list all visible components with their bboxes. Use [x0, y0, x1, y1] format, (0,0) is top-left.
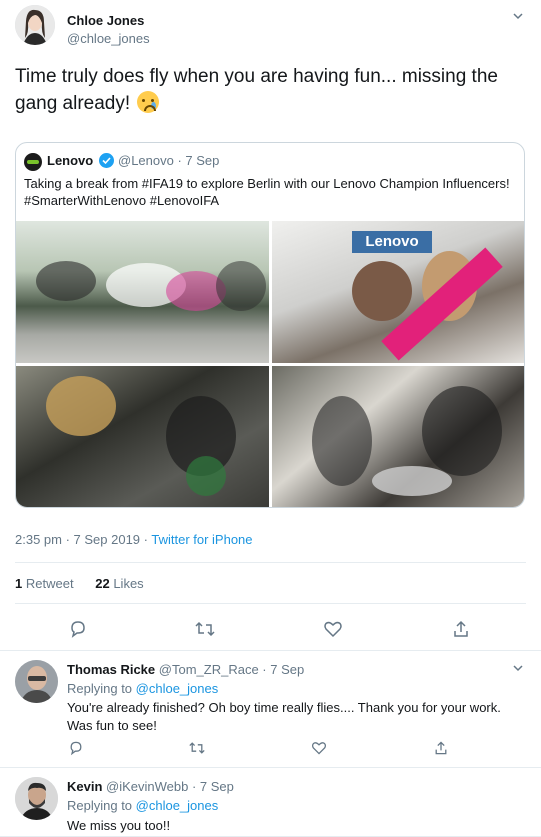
- crying-face-icon: [137, 91, 160, 113]
- reply-icon[interactable]: [67, 739, 85, 757]
- reply-avatar[interactable]: [15, 777, 58, 820]
- reply-author-name[interactable]: Thomas Ricke: [67, 662, 155, 677]
- lenovo-logo-icon[interactable]: [24, 153, 42, 171]
- replying-to: Replying to @chloe_jones: [67, 798, 218, 813]
- reply-author-name[interactable]: Kevin: [67, 779, 102, 794]
- tweet-text-body: Time truly does fly when you are having …: [15, 66, 498, 114]
- author-handle[interactable]: @chloe_jones: [67, 31, 150, 46]
- tweet-text: Time truly does fly when you are having …: [15, 63, 525, 117]
- quoted-author-name[interactable]: Lenovo: [47, 153, 93, 168]
- main-tweet: Chloe Jones @chloe_jones Time truly does…: [0, 0, 541, 651]
- chevron-down-icon[interactable]: [512, 10, 524, 25]
- like-icon[interactable]: [310, 739, 328, 757]
- photo-group-bikes[interactable]: [16, 221, 269, 363]
- share-icon[interactable]: [432, 739, 450, 757]
- tweet-timestamp[interactable]: 2:35 pm · 7 Sep 2019: [15, 532, 140, 547]
- replying-to-link[interactable]: @chloe_jones: [136, 798, 219, 813]
- reply-header: Thomas Ricke @Tom_ZR_Race · 7 Sep: [67, 662, 304, 677]
- replying-to-link[interactable]: @chloe_jones: [136, 681, 219, 696]
- reply-avatar[interactable]: [15, 660, 58, 703]
- reply-tweet[interactable]: Thomas Ricke @Tom_ZR_Race · 7 Sep Replyi…: [0, 651, 541, 768]
- tweet-actions: [15, 617, 526, 641]
- likes-count: 22: [95, 576, 110, 591]
- reply-handle-date[interactable]: @iKevinWebb · 7 Sep: [106, 779, 234, 794]
- like-icon[interactable]: [321, 617, 345, 641]
- verified-badge-icon: [99, 153, 114, 168]
- author-avatar[interactable]: [15, 5, 55, 45]
- tweet-meta: 2:35 pm · 7 Sep 2019 · Twitter for iPhon…: [15, 532, 253, 547]
- retweets-stat[interactable]: 1 Retweet: [15, 576, 74, 591]
- quoted-tweet[interactable]: Lenovo @Lenovo · 7 Sep Taking a break fr…: [15, 142, 525, 508]
- meta-separator: ·: [140, 532, 152, 547]
- replying-to-prefix: Replying to: [67, 798, 136, 813]
- chevron-down-icon[interactable]: [512, 662, 524, 677]
- likes-stat[interactable]: 22 Likes: [95, 576, 143, 591]
- reply-header: Kevin @iKevinWebb · 7 Sep: [67, 779, 234, 794]
- lenovo-banner: Lenovo: [352, 231, 432, 253]
- retweets-count: 1: [15, 576, 23, 591]
- retweets-label: Retweet: [25, 576, 74, 591]
- tweet-stats: 1 Retweet 22 Likes: [15, 576, 144, 591]
- divider: [15, 603, 526, 604]
- author-name[interactable]: Chloe Jones: [67, 13, 144, 28]
- replying-to-prefix: Replying to: [67, 681, 136, 696]
- quoted-tweet-text: Taking a break from #IFA19 to explore Be…: [24, 176, 510, 208]
- reply-tweet[interactable]: Kevin @iKevinWebb · 7 Sep Replying to @c…: [0, 768, 541, 837]
- share-icon[interactable]: [449, 617, 473, 641]
- retweet-icon[interactable]: [193, 617, 217, 641]
- divider: [15, 562, 526, 563]
- quoted-handle-date[interactable]: @Lenovo · 7 Sep: [118, 153, 219, 168]
- reply-actions: [67, 739, 467, 759]
- reply-handle-date[interactable]: @Tom_ZR_Race · 7 Sep: [159, 662, 304, 677]
- replying-to: Replying to @chloe_jones: [67, 681, 218, 696]
- reply-icon[interactable]: [66, 617, 90, 641]
- tweet-source-link[interactable]: Twitter for iPhone: [151, 532, 252, 547]
- photo-lenovo-booth[interactable]: Lenovo: [272, 221, 524, 363]
- likes-label: Likes: [113, 576, 144, 591]
- retweet-icon[interactable]: [188, 739, 206, 757]
- reply-text: You're already finished? Oh boy time rea…: [67, 700, 501, 733]
- photo-influencers-table[interactable]: [16, 366, 269, 507]
- photo-workshop[interactable]: [272, 366, 524, 507]
- reply-text: We miss you too!!: [67, 818, 171, 833]
